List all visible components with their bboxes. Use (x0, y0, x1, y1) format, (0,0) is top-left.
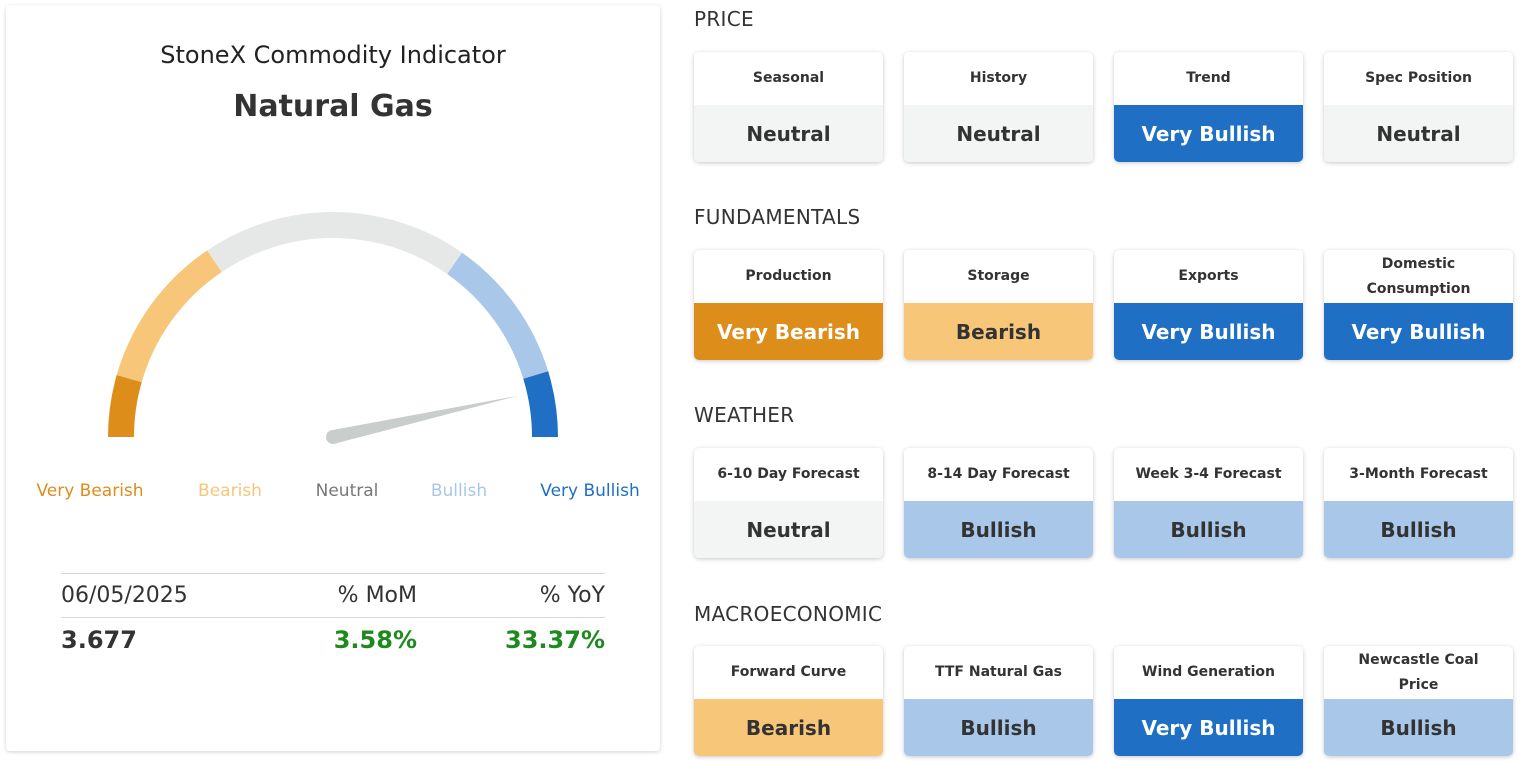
tile-value: Bullish (904, 699, 1093, 756)
gauge-label-very-bearish: Very Bearish (36, 481, 144, 501)
tile-label: Week 3-4 Forecast (1135, 466, 1282, 482)
tile-8-14-day-forecast[interactable]: 8-14 Day Forecast Bullish (904, 448, 1093, 558)
tile-6-10-day-forecast[interactable]: 6-10 Day Forecast Neutral (694, 448, 883, 558)
stats-mom-label: % MoM (337, 583, 417, 608)
tile-value: Bullish (1324, 501, 1513, 558)
tile-label: Production (745, 268, 832, 284)
gauge-needle-hub (326, 430, 340, 444)
tile-value: Neutral (694, 105, 883, 162)
stats-header-row: 06/05/2025 % MoM % YoY (61, 573, 605, 617)
stats-yoy-value: 33.37% (505, 625, 605, 654)
tile-storage[interactable]: Storage Bearish (904, 250, 1093, 360)
gauge-needle (331, 395, 519, 444)
tile-label: Newcastle Coal Price (1358, 651, 1479, 693)
gauge-segment-neutral (207, 211, 463, 275)
tile-value: Very Bearish (694, 303, 883, 360)
gauge-segment-very-bearish (108, 375, 142, 438)
tile-label: Seasonal (752, 70, 825, 86)
tile-forward-curve[interactable]: Forward Curve Bearish (694, 646, 883, 756)
tile-label: 3-Month Forecast (1349, 466, 1488, 482)
tile-value: Bullish (904, 501, 1093, 558)
tile-week-3-4-forecast[interactable]: Week 3-4 Forecast Bullish (1114, 448, 1303, 558)
tile-trend[interactable]: Trend Very Bullish (1114, 52, 1303, 162)
gauge-segment-bullish (446, 252, 549, 380)
tile-value: Bullish (1324, 699, 1513, 756)
tile-value: Very Bullish (1114, 699, 1303, 756)
tile-value: Neutral (1324, 105, 1513, 162)
gauge-card: StoneX Commodity Indicator Natural Gas V… (6, 5, 660, 751)
section-title-fundamentals: FUNDAMENTALS (694, 205, 861, 229)
tile-label: 8-14 Day Forecast (927, 466, 1070, 482)
tile-value: Bullish (1114, 501, 1303, 558)
stats-price: 3.677 (61, 625, 137, 654)
tile-ttf-natural-gas[interactable]: TTF Natural Gas Bullish (904, 646, 1093, 756)
tile-value: Very Bullish (1324, 303, 1513, 360)
stats-date: 06/05/2025 (61, 583, 188, 608)
gauge-label-very-bullish: Very Bullish (540, 481, 640, 501)
tile-label: Trend (1186, 70, 1231, 86)
tile-label: Domestic Consumption (1366, 255, 1471, 297)
gauge-label-bullish: Bullish (430, 481, 488, 501)
section-title-price: PRICE (694, 7, 754, 31)
tile-label: Forward Curve (730, 664, 847, 680)
tile-label: Storage (967, 268, 1030, 284)
tile-production[interactable]: Production Very Bearish (694, 250, 883, 360)
gauge-dial (108, 211, 558, 444)
gauge-segment-bearish (116, 250, 222, 383)
tile-label: Wind Generation (1142, 664, 1275, 680)
gauge-label-neutral: Neutral (315, 481, 379, 501)
tile-exports[interactable]: Exports Very Bullish (1114, 250, 1303, 360)
tile-spec-position[interactable]: Spec Position Neutral (1324, 52, 1513, 162)
tile-value: Very Bullish (1114, 303, 1303, 360)
tile-domestic-consumption[interactable]: Domestic Consumption Very Bullish (1324, 250, 1513, 360)
tile-wind-generation[interactable]: Wind Generation Very Bullish (1114, 646, 1303, 756)
tile-label: 6-10 Day Forecast (717, 466, 860, 482)
stats-yoy-label: % YoY (539, 583, 605, 608)
tile-seasonal[interactable]: Seasonal Neutral (694, 52, 883, 162)
tile-value: Neutral (904, 105, 1093, 162)
tile-3-month-forecast[interactable]: 3-Month Forecast Bullish (1324, 448, 1513, 558)
tile-label: History (969, 70, 1028, 86)
tile-value: Bearish (904, 303, 1093, 360)
tile-value: Very Bullish (1114, 105, 1303, 162)
tile-value: Bearish (694, 699, 883, 756)
gauge-segment-very-bullish (523, 371, 558, 438)
tile-label: Spec Position (1365, 70, 1472, 86)
stats-value-row: 3.677 3.58% 33.37% (61, 617, 605, 661)
stats-mom-value: 3.58% (333, 625, 417, 654)
tile-history[interactable]: History Neutral (904, 52, 1093, 162)
section-title-macroeconomic: MACROECONOMIC (694, 602, 883, 626)
tile-label: Exports (1178, 268, 1239, 284)
tile-value: Neutral (694, 501, 883, 558)
tile-newcastle-coal-price[interactable]: Newcastle Coal Price Bullish (1324, 646, 1513, 756)
section-title-weather: WEATHER (694, 403, 795, 427)
tile-label: TTF Natural Gas (935, 664, 1062, 680)
price-stats-table: 06/05/2025 % MoM % YoY 3.677 3.58% 33.37… (61, 573, 605, 661)
gauge-label-bearish: Bearish (198, 481, 262, 501)
gauge-legend: Very Bearish Bearish Neutral Bullish Ver… (6, 481, 660, 505)
